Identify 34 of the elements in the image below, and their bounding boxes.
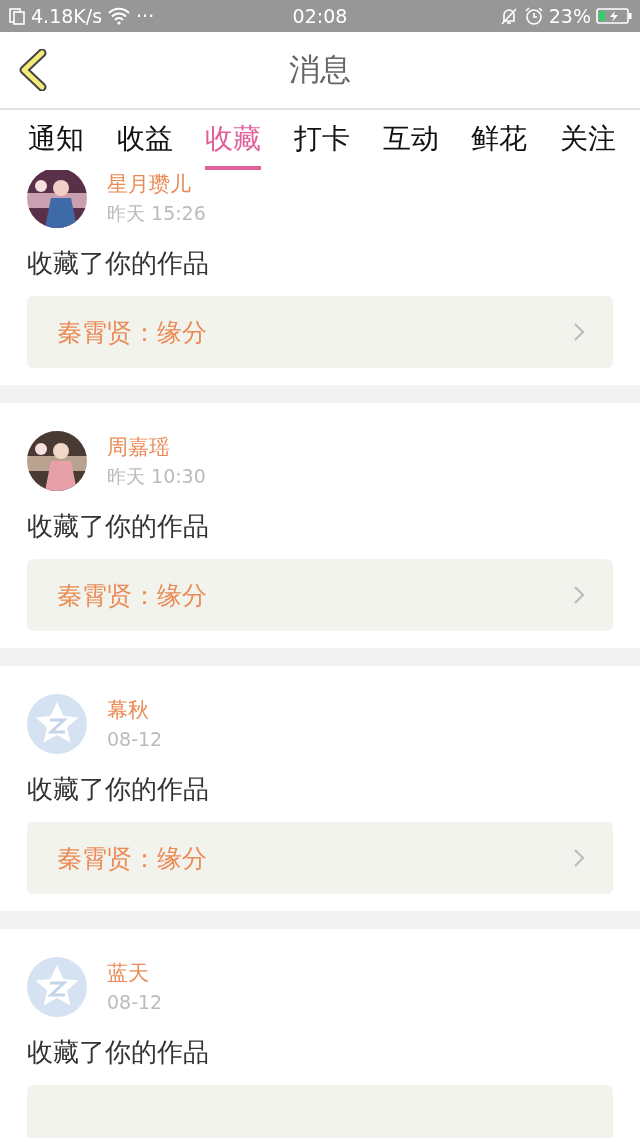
message-time: 昨天 15:26: [107, 201, 206, 226]
user-name: 蓝天: [107, 960, 150, 987]
user-name: 周嘉瑶: [107, 434, 171, 461]
message-text: 收藏了你的作品: [27, 773, 210, 806]
message-text: 收藏了你的作品: [27, 510, 210, 543]
tab[interactable]: 鲜花: [471, 110, 528, 170]
bell-muted-icon: [498, 6, 519, 26]
message-time: 08-12: [107, 727, 163, 752]
user-name: 幕秋: [107, 697, 150, 724]
message-text: 收藏了你的作品: [27, 1036, 210, 1069]
message-time: 08-12: [107, 990, 163, 1015]
network-speed: 4.18K/s: [31, 5, 103, 27]
message-time: 昨天 10:30: [107, 464, 206, 489]
page-title: 消息: [289, 50, 351, 89]
chevron-right-icon: [573, 585, 585, 605]
tab[interactable]: 通知: [28, 110, 84, 170]
tab[interactable]: 互动: [382, 110, 439, 170]
alarm-icon: [523, 6, 544, 26]
chevron-right-icon: [573, 848, 585, 868]
chevron-right-icon: [573, 322, 585, 342]
star-avatar-icon: [27, 694, 87, 754]
message-text: 收藏了你的作品: [27, 247, 210, 280]
user-name: 星月瓒儿: [107, 171, 192, 198]
star-avatar-icon: [27, 957, 87, 1017]
battery-icon: [596, 7, 632, 25]
back-icon[interactable]: [18, 49, 48, 91]
tab[interactable]: 关注: [559, 110, 616, 170]
more-indicator: ···: [136, 5, 155, 27]
battery-percent: 23%: [548, 5, 591, 27]
clock: 02:08: [291, 5, 349, 27]
sim-icon: [8, 7, 26, 25]
wifi-icon: [107, 7, 132, 25]
tab[interactable]: 打卡: [293, 110, 350, 170]
tab[interactable]: 收益: [116, 110, 173, 170]
